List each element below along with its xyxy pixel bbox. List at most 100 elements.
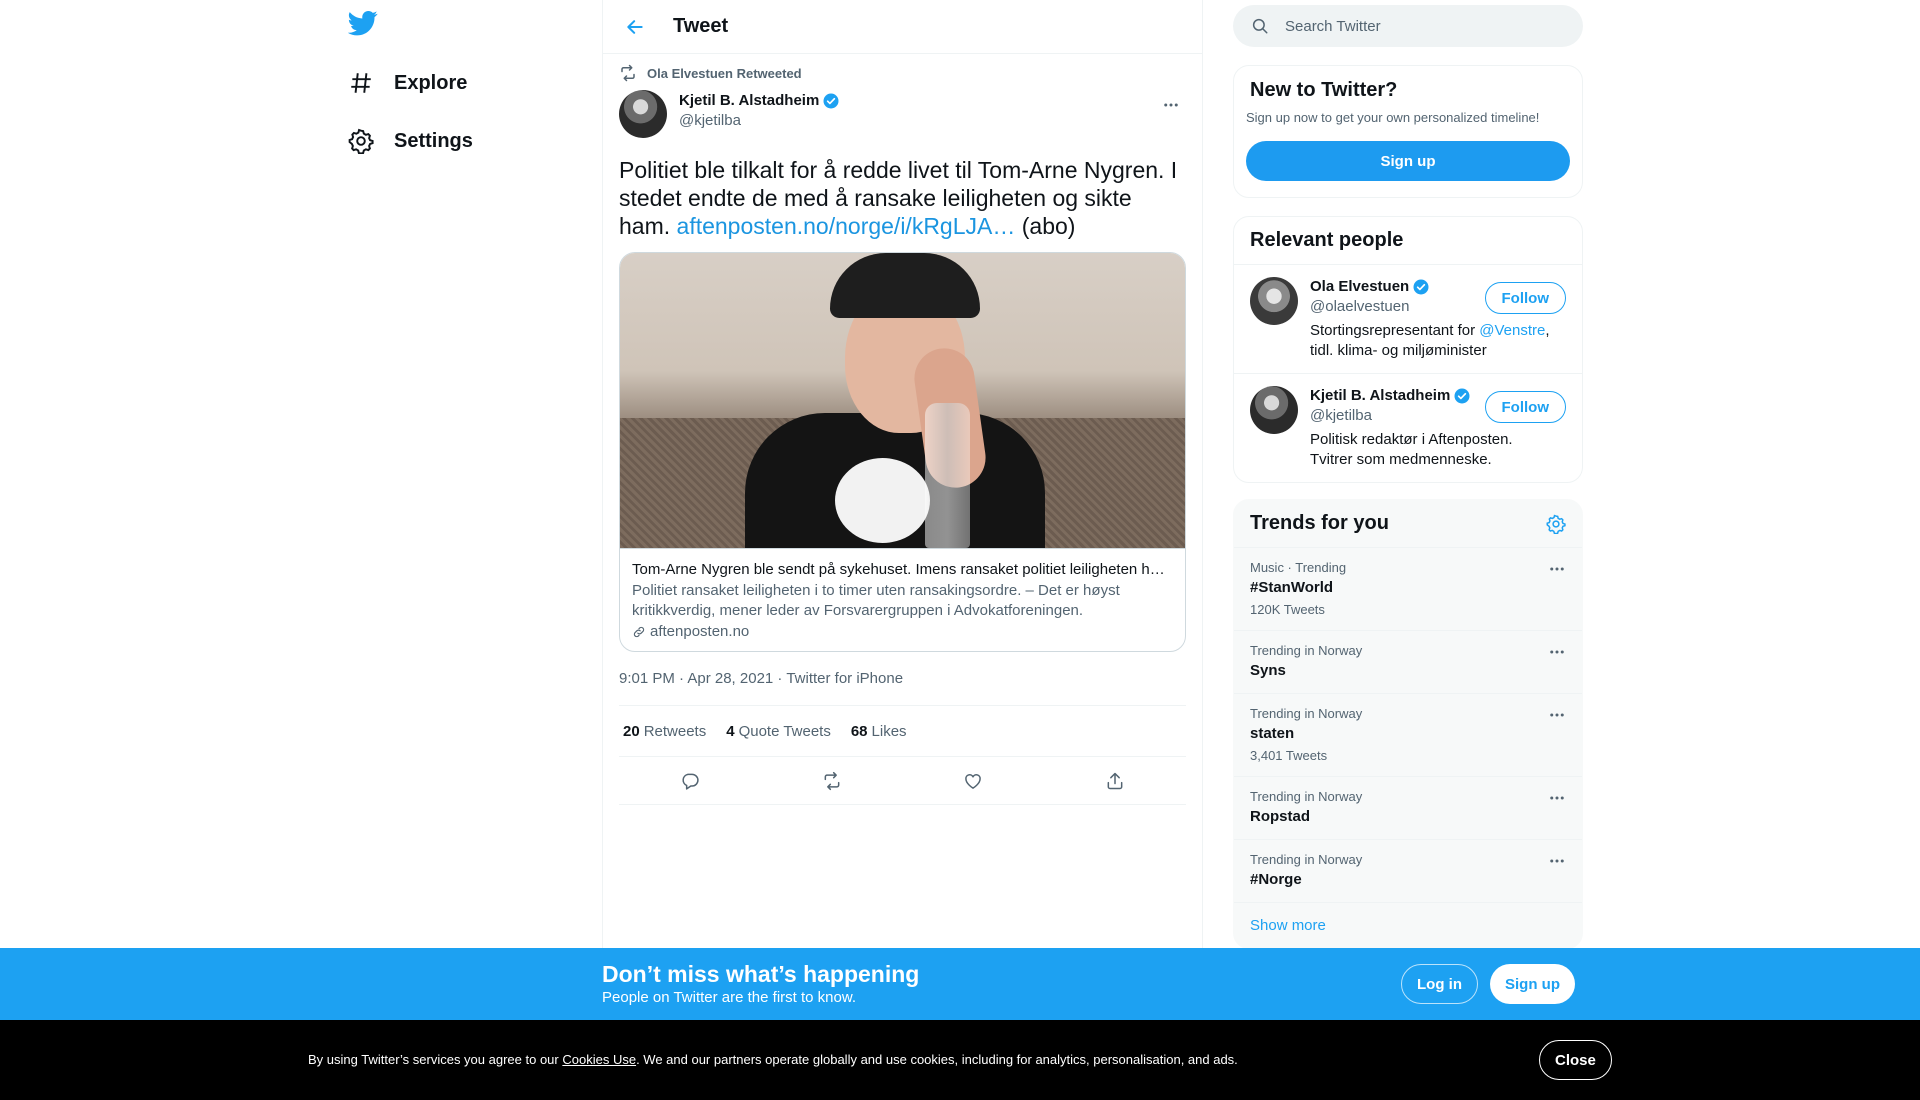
verified-badge-icon <box>1412 278 1430 296</box>
person-name[interactable]: Kjetil B. Alstadheim <box>1310 386 1450 406</box>
link-icon <box>632 625 646 639</box>
hashtag-icon <box>348 70 374 96</box>
card-title: Tom-Arne Nygren ble sendt på sykehuset. … <box>632 561 1165 578</box>
person-name[interactable]: Ola Elvestuen <box>1310 277 1409 297</box>
link-card[interactable]: Tom-Arne Nygren ble sendt på sykehuset. … <box>619 252 1186 652</box>
retweets-stat[interactable]: 20 Retweets <box>623 723 706 740</box>
person-bio: Politisk redaktør i Aftenposten. Tvitrer… <box>1310 431 1513 468</box>
tweet-author: Kjetil B. Alstadheim @kjetilba <box>619 90 1186 138</box>
author-name[interactable]: Kjetil B. Alstadheim <box>679 91 819 111</box>
person-card[interactable]: Ola Elvestuen @olaelvestuen Stortingsrep… <box>1234 264 1582 373</box>
tweet-stats: 20 Retweets 4 Quote Tweets 68 Likes <box>619 705 1186 757</box>
cookies-use-link[interactable]: Cookies Use <box>562 1052 636 1067</box>
trend-more-button[interactable] <box>1548 643 1566 661</box>
more-dots-icon <box>1162 96 1180 114</box>
likes-count: 68 <box>850 722 868 740</box>
sidebar-signup-button[interactable]: Sign up <box>1246 141 1570 181</box>
trend-item[interactable]: Trending in Norway staten 3,401 Tweets <box>1234 694 1582 777</box>
avatar[interactable] <box>1250 386 1298 434</box>
trend-name: staten <box>1250 725 1295 742</box>
page-title: Tweet <box>673 15 729 37</box>
share-icon <box>1105 771 1125 791</box>
more-dots-icon <box>1548 852 1566 870</box>
heart-icon <box>963 771 983 791</box>
new-to-twitter-subtitle: Sign up now to get your own personalized… <box>1246 110 1540 125</box>
tweet: Ola Elvestuen Retweeted Kjetil B. Alstad… <box>603 63 1202 805</box>
trend-name: #StanWorld <box>1250 579 1334 596</box>
trend-item[interactable]: Trending in Norway Ropstad <box>1234 777 1582 840</box>
person-bio-text: Stortingsrepresentant for <box>1310 322 1480 339</box>
avatar[interactable] <box>1250 277 1298 325</box>
tweet-text: Politiet ble tilkalt for å redde livet t… <box>619 156 1186 240</box>
tweet-actions <box>619 757 1186 805</box>
retweets-count: 20 <box>623 722 640 740</box>
banner-title: Don’t miss what’s happening <box>602 961 920 987</box>
retweet-button[interactable] <box>814 763 850 799</box>
card-image <box>620 253 1185 548</box>
main-header: Tweet <box>603 0 1202 54</box>
more-dots-icon <box>1548 706 1566 724</box>
likes-stat[interactable]: 68 Likes <box>851 723 907 740</box>
trend-item[interactable]: Trending in Norway Syns <box>1234 631 1582 694</box>
person-bio: Stortingsrepresentant for @Venstre, tidl… <box>1310 321 1550 361</box>
trend-more-button[interactable] <box>1548 852 1566 870</box>
retweet-icon <box>619 64 637 82</box>
trend-more-button[interactable] <box>1548 706 1566 724</box>
main-column: Tweet Ola Elvestuen Retweeted Kjetil B. … <box>602 0 1203 948</box>
tweet-link[interactable]: aftenposten.no/norge/i/kRgLJA… <box>677 213 1016 239</box>
twitter-bird-icon[interactable] <box>348 8 384 44</box>
likes-label: Likes <box>871 722 907 740</box>
retweets-label: Retweets <box>643 722 707 740</box>
author-handle[interactable]: @kjetilba <box>679 111 840 131</box>
person-card[interactable]: Kjetil B. Alstadheim @kjetilba Politisk … <box>1234 373 1582 482</box>
more-dots-icon <box>1548 789 1566 807</box>
trends-title: Trends for you <box>1250 512 1389 534</box>
trends-settings-button[interactable] <box>1546 514 1566 534</box>
trend-item[interactable]: Trending in Norway #Norge <box>1234 840 1582 903</box>
cookie-text-end: . We and our partners operate globally a… <box>636 1052 1238 1067</box>
nav-settings[interactable]: Settings <box>348 117 473 165</box>
show-more-link[interactable]: Show more <box>1234 903 1582 948</box>
search-input[interactable] <box>1285 17 1555 35</box>
login-button[interactable]: Log in <box>1401 964 1478 1004</box>
trend-more-button[interactable] <box>1548 560 1566 578</box>
back-button[interactable] <box>617 9 653 45</box>
retweet-context-label[interactable]: Ola Elvestuen Retweeted <box>647 66 802 81</box>
new-to-twitter-title: New to Twitter? <box>1250 79 1398 101</box>
trend-name: #Norge <box>1250 871 1302 888</box>
trend-name: Ropstad <box>1250 808 1310 825</box>
card-domain: aftenposten.no <box>632 623 1173 640</box>
like-button[interactable] <box>955 763 991 799</box>
trend-count: 120K Tweets <box>1250 602 1325 617</box>
person-bio-mention-link[interactable]: @Venstre <box>1479 322 1545 339</box>
cookie-text-start: By using Twitter’s services you agree to… <box>308 1052 563 1067</box>
nav-explore[interactable]: Explore <box>348 59 467 107</box>
tweet-timestamp[interactable]: 9:01 PM · Apr 28, 2021 · Twitter for iPh… <box>619 670 1186 690</box>
more-options-button[interactable] <box>1156 90 1186 120</box>
follow-button[interactable]: Follow <box>1484 391 1566 423</box>
search-icon <box>1251 17 1269 35</box>
tweet-text-suffix: (abo) <box>1015 213 1076 239</box>
trend-more-button[interactable] <box>1548 789 1566 807</box>
cookie-close-button[interactable]: Close <box>1539 1040 1612 1080</box>
cookie-text: By using Twitter’s services you agree to… <box>308 1051 1238 1069</box>
avatar[interactable] <box>619 90 667 138</box>
reply-button[interactable] <box>672 763 708 799</box>
signup-button[interactable]: Sign up <box>1490 964 1575 1004</box>
trend-count: 3,401 Tweets <box>1250 748 1328 763</box>
banner-subtitle: People on Twitter are the first to know. <box>602 989 857 1006</box>
gear-icon <box>1546 514 1566 534</box>
trend-item[interactable]: Music · Trending #StanWorld 120K Tweets <box>1234 548 1582 631</box>
more-dots-icon <box>1548 560 1566 578</box>
quote-tweets-stat[interactable]: 4 Quote Tweets <box>726 723 831 740</box>
verified-badge-icon <box>1453 387 1471 405</box>
quotes-label: Quote Tweets <box>738 722 831 740</box>
search-box[interactable] <box>1233 5 1583 47</box>
nav-settings-label: Settings <box>394 129 473 152</box>
trend-meta: Music · Trending <box>1250 560 1347 575</box>
follow-button[interactable]: Follow <box>1484 282 1566 314</box>
retweet-icon <box>822 771 842 791</box>
share-button[interactable] <box>1097 763 1133 799</box>
nav-explore-label: Explore <box>394 71 468 94</box>
relevant-people-title: Relevant people <box>1250 229 1404 251</box>
